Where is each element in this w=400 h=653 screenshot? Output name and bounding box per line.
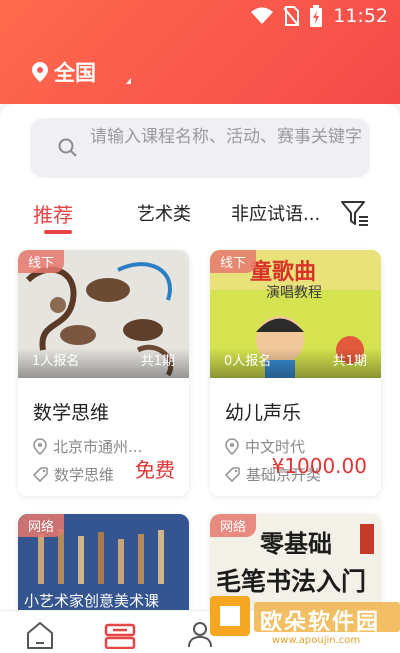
period-count: 共1期 <box>140 354 175 369</box>
image-caption: 零基础 <box>260 530 332 558</box>
enroll-count: 1人报名 <box>32 354 80 369</box>
offline-badge: 线下 <box>18 250 65 273</box>
online-badge: 网络 <box>210 514 257 537</box>
search-box[interactable]: 请输入课程名称、活动、赛事关键字 <box>30 118 370 178</box>
offline-badge: 线下 <box>210 250 257 273</box>
search-icon <box>58 138 77 157</box>
period-count: 共1期 <box>332 354 367 369</box>
tab-recommend[interactable]: 推荐 <box>33 199 73 228</box>
tag-icon <box>225 467 240 482</box>
tag-icon <box>33 467 48 482</box>
battery-icon <box>310 5 323 27</box>
course-tag: 数学思维 <box>33 464 114 485</box>
course-address: 北京市通州... <box>33 436 142 457</box>
no-sim-icon <box>283 6 300 26</box>
image-caption: 演唱教程 <box>266 285 322 301</box>
course-card[interactable]: 童歌曲 演唱教程 0人报名 共1期 线下 幼儿声乐 中文时代 基础京开类 ¥10… <box>210 250 381 496</box>
courses-icon[interactable] <box>104 621 136 649</box>
site-watermark-logo: 欧朵软件园 www.apoujin.com <box>210 574 400 653</box>
location-selector[interactable]: 全国 <box>32 57 96 87</box>
enroll-count: 0人报名 <box>224 354 272 369</box>
course-price: ¥1000.00 <box>271 454 367 478</box>
location-label: 全国 <box>54 61 96 85</box>
status-bar: 11:52 <box>0 0 400 34</box>
online-badge: 网络 <box>18 514 65 537</box>
watermark-url: www.apoujin.com <box>272 635 361 646</box>
wifi-icon <box>251 7 274 24</box>
course-title: 数学思维 <box>33 402 110 424</box>
location-pin-icon <box>33 438 47 455</box>
address-text: 北京市通州... <box>53 438 143 456</box>
course-title: 幼儿声乐 <box>225 402 302 424</box>
tag-text: 数学思维 <box>54 466 115 484</box>
course-image: 小艺术家创意美术课 网络 <box>18 514 189 610</box>
image-caption: 小艺术家创意美术课 <box>24 592 160 610</box>
location-pin-icon <box>225 438 239 455</box>
course-card[interactable]: 1人报名 共1期 线下 数学思维 北京市通州... 数学思维 免费 <box>18 250 189 496</box>
course-image: 童歌曲 演唱教程 0人报名 共1期 线下 <box>210 250 381 378</box>
watermark-text: 欧朵软件园 <box>260 610 381 635</box>
location-dropdown-icon[interactable] <box>126 78 131 84</box>
category-tabs: 推荐 艺术类 非应试语... <box>0 192 400 234</box>
home-icon[interactable] <box>25 621 55 649</box>
course-card[interactable]: 小艺术家创意美术课 网络 <box>18 514 189 610</box>
filter-icon[interactable] <box>340 200 370 228</box>
header: 11:52 全国 <box>0 0 400 104</box>
course-image: 1人报名 共1期 线下 <box>18 250 189 378</box>
search-placeholder: 请输入课程名称、活动、赛事关键字 <box>90 127 362 147</box>
course-price: 免费 <box>135 458 175 482</box>
location-pin-icon <box>32 62 48 82</box>
main-content: 请输入课程名称、活动、赛事关键字 推荐 艺术类 非应试语... 1人报名 共1期… <box>0 104 400 610</box>
tab-art[interactable]: 艺术类 <box>137 200 191 226</box>
active-tab-indicator <box>44 230 72 234</box>
status-time: 11:52 <box>333 5 388 27</box>
tab-non-exam-language[interactable]: 非应试语... <box>231 200 320 226</box>
